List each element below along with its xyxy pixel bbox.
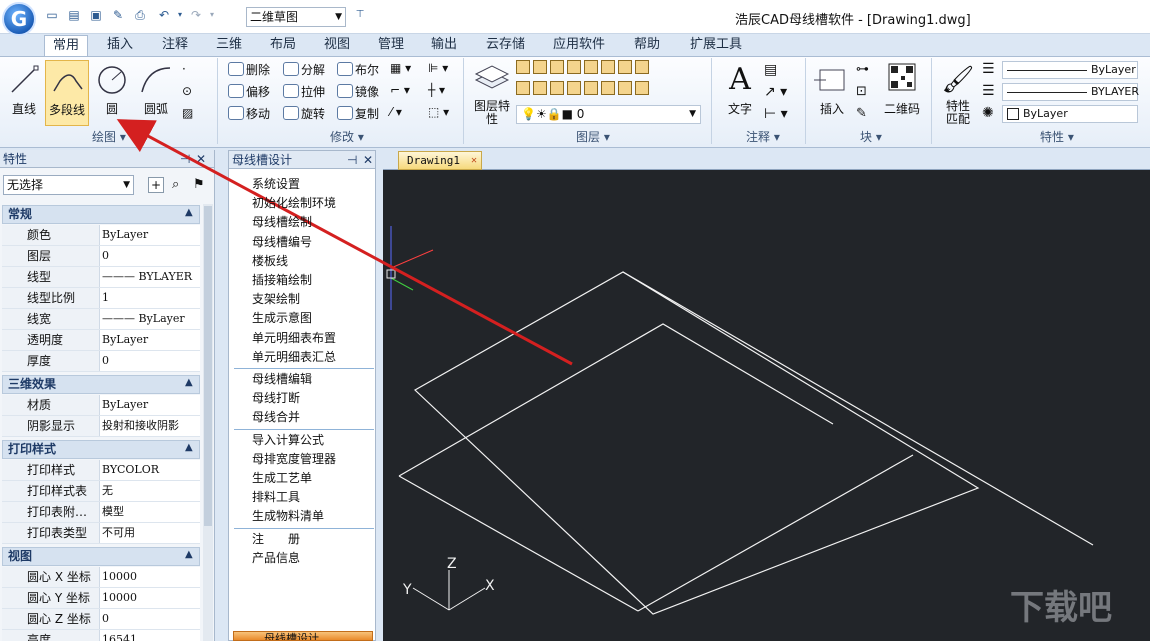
property-row[interactable]: 材质ByLayer [2,395,200,416]
property-row[interactable]: 线宽——— ByLayer [2,309,200,330]
property-value[interactable]: 无 [102,481,200,501]
property-row[interactable]: 图层0 [2,246,200,267]
property-value[interactable]: 16541 [102,630,200,641]
property-value[interactable]: 模型 [102,502,200,522]
busbar-menu-item[interactable]: 初始化绘制环境 [252,194,336,211]
property-value[interactable]: ——— BYLAYER [102,267,200,287]
properties-section[interactable]: 三维效果 [2,375,200,394]
property-value[interactable]: 0 [102,246,200,266]
property-row[interactable]: 厚度0 [2,351,200,372]
property-key: 线型比例 [2,288,100,308]
property-row[interactable]: 阴影显示投射和接收阴影 [2,416,200,437]
property-value[interactable]: ByLayer [102,225,200,245]
busbar-menu-item[interactable]: 导入计算公式 [252,431,324,448]
property-key: 颜色 [2,225,100,245]
busbar-menu-item[interactable]: 单元明细表汇总 [252,348,336,365]
busbar-menu-item[interactable]: 生成示意图 [252,309,312,326]
app-window: G ▭ ▤ ▣ ✎ ⎙ ↶ ▾ ↷ ▾ 二维草图▼ ⊤ 浩辰CAD母线槽软件 -… [0,0,1150,641]
property-value[interactable]: BYCOLOR [102,460,200,480]
property-row[interactable]: 高度16541 [2,630,200,641]
busbar-menu-item[interactable]: 生成物料清单 [252,507,324,524]
property-value[interactable]: ——— ByLayer [102,309,200,329]
properties-section[interactable]: 打印样式 [2,440,200,459]
collapse-caret-icon[interactable]: ▲ [185,549,193,560]
property-value[interactable]: 1 [102,288,200,308]
busbar-menu-item[interactable]: 楼板线 [252,252,288,269]
property-row[interactable]: 透明度ByLayer [2,330,200,351]
busbar-menu-item[interactable]: 产品信息 [252,549,300,566]
collapse-caret-icon[interactable]: ▲ [185,442,193,453]
property-row[interactable]: 圆心 Y 坐标10000 [2,588,200,609]
property-value[interactable]: ByLayer [102,395,200,415]
property-value[interactable]: ByLayer [102,330,200,350]
busbar-menu-item[interactable]: 单元明细表布置 [252,329,336,346]
property-value[interactable]: 投射和接收阴影 [102,416,200,436]
menu-separator [234,528,374,529]
busbar-menu-item[interactable]: 生成工艺单 [252,469,312,486]
busbar-menu-item[interactable]: 母线打断 [252,389,300,406]
property-row[interactable]: 圆心 Z 坐标0 [2,609,200,630]
properties-section[interactable]: 视图 [2,547,200,566]
property-row[interactable]: 线型比例1 [2,288,200,309]
property-key: 厚度 [2,351,100,371]
property-row[interactable]: 颜色ByLayer [2,225,200,246]
property-row[interactable]: 打印样式BYCOLOR [2,460,200,481]
property-key: 打印表附… [2,502,100,522]
busbar-menu-item[interactable]: 母线槽编辑 [252,370,312,387]
property-row[interactable]: 打印表附…模型 [2,502,200,523]
property-value[interactable]: 0 [102,351,200,371]
property-key: 圆心 Z 坐标 [2,609,100,629]
property-value[interactable]: 10000 [102,588,200,608]
property-key: 打印样式表 [2,481,100,501]
busbar-menu-item[interactable]: 母排宽度管理器 [252,450,336,467]
property-key: 材质 [2,395,100,415]
busbar-menu-item[interactable]: 母线槽绘制 [252,213,312,230]
property-value[interactable]: 0 [102,609,200,629]
menu-separator [234,429,374,430]
property-row[interactable]: 圆心 X 坐标10000 [2,567,200,588]
busbar-menu-item[interactable]: 支架绘制 [252,290,300,307]
property-row[interactable]: 打印表类型不可用 [2,523,200,544]
property-value[interactable]: 不可用 [102,523,200,543]
property-key: 高度 [2,630,100,641]
property-value[interactable]: 10000 [102,567,200,587]
busbar-menu-item[interactable]: 母线槽编号 [252,233,312,250]
property-key: 透明度 [2,330,100,350]
property-row[interactable]: 打印样式表无 [2,481,200,502]
busbar-menu-item[interactable]: 注 册 [252,530,300,547]
property-key: 圆心 Y 坐标 [2,588,100,608]
busbar-menu-item[interactable]: 插接箱绘制 [252,271,312,288]
property-key: 图层 [2,246,100,266]
busbar-menu-item[interactable]: 母线合并 [252,408,300,425]
collapse-caret-icon[interactable]: ▲ [185,377,193,388]
property-key: 打印表类型 [2,523,100,543]
property-key: 线型 [2,267,100,287]
property-key: 圆心 X 坐标 [2,567,100,587]
property-key: 阴影显示 [2,416,100,436]
collapse-caret-icon[interactable]: ▲ [185,207,193,218]
property-row[interactable]: 线型——— BYLAYER [2,267,200,288]
property-key: 线宽 [2,309,100,329]
property-key: 打印样式 [2,460,100,480]
busbar-menu-item[interactable]: 排料工具 [252,488,300,505]
watermark: 下载吧 [1010,580,1112,629]
app-logo-icon[interactable]: G [2,2,36,36]
menu-separator [234,368,374,369]
busbar-menu-item[interactable]: 系统设置 [252,175,300,192]
properties-section[interactable]: 常规 [2,205,200,224]
